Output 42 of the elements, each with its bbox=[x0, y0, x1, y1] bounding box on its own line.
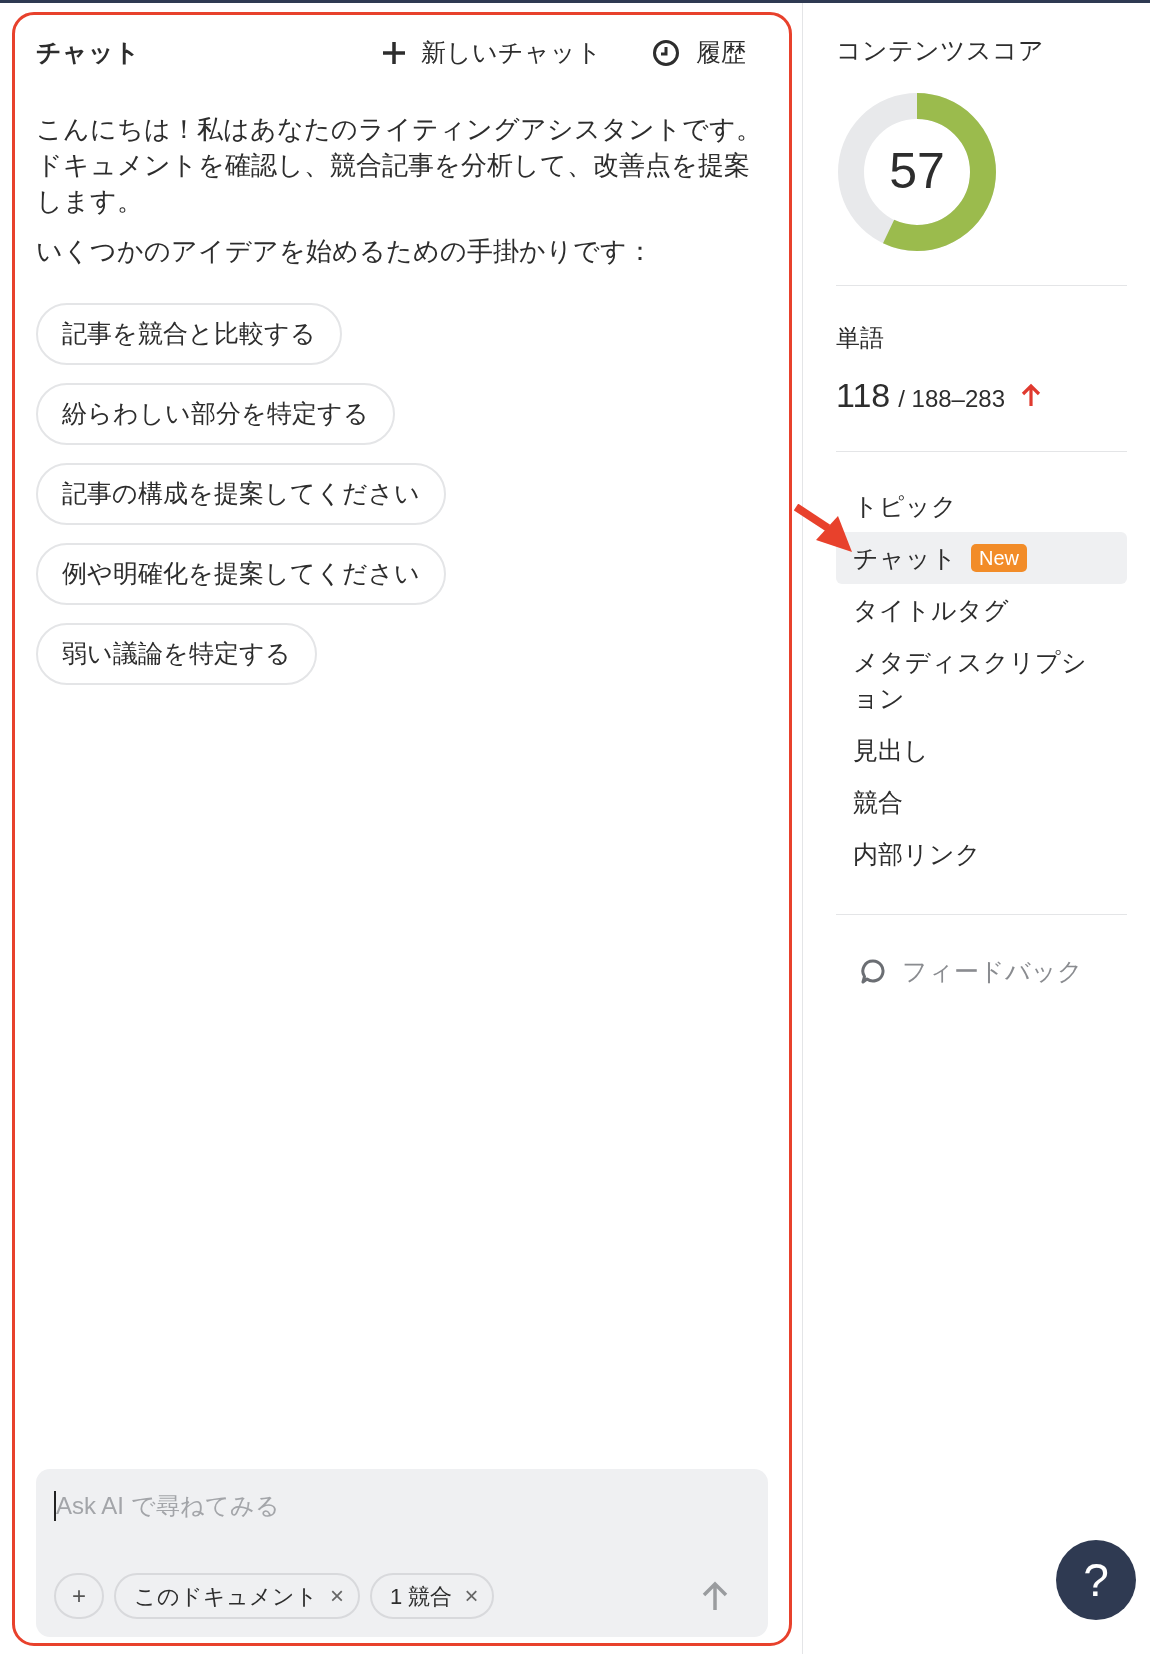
annotation-arrow bbox=[794, 504, 854, 554]
new-chat-button[interactable]: 新しいチャット bbox=[381, 34, 602, 72]
plus-icon bbox=[381, 40, 407, 66]
suggestion-chip[interactable]: 弱い議論を特定する bbox=[36, 623, 317, 685]
word-count: 118 bbox=[836, 374, 891, 416]
suggestion-chip[interactable]: 例や明確化を提案してください bbox=[36, 543, 446, 605]
clock-icon bbox=[652, 39, 680, 67]
assistant-message: いくつかのアイデアを始めるための手掛かりです： bbox=[36, 235, 654, 268]
nav-label: タイトルタグ bbox=[853, 594, 1009, 626]
new-badge: New bbox=[971, 543, 1027, 572]
nav-item[interactable]: 競合 bbox=[836, 775, 1127, 828]
history-button[interactable]: 履歴 bbox=[652, 34, 746, 72]
nav-label: 競合 bbox=[853, 786, 903, 818]
nav-item[interactable]: トピック bbox=[836, 479, 1127, 532]
assistant-message: こんにちは！私はあなたのライティングアシスタントです。ドキュメントを確認し、競合記事を分析して、改善点を提案します。 bbox=[36, 113, 763, 218]
nav-item[interactable]: 内部リンク bbox=[836, 827, 1127, 880]
text-cursor bbox=[54, 1491, 56, 1521]
suggestion-chip[interactable]: 紛らわしい部分を特定する bbox=[36, 383, 395, 445]
nav-label: チャット bbox=[853, 542, 957, 574]
chip-label: このドキュメント bbox=[134, 1582, 318, 1611]
score-value: 57 bbox=[888, 142, 946, 201]
suggestion-chip[interactable]: 記事の構成を提案してください bbox=[36, 463, 446, 525]
nav-label: トピック bbox=[853, 490, 957, 522]
suggestion-chip[interactable]: 記事を競合と比較する bbox=[36, 303, 342, 365]
nav-item[interactable]: タイトルタグ bbox=[836, 583, 1127, 636]
nav-item[interactable]: チャット New bbox=[836, 531, 1127, 584]
help-button[interactable]: ? bbox=[1056, 1540, 1136, 1620]
word-range: / 188–283 bbox=[898, 383, 1005, 414]
send-arrow-icon[interactable] bbox=[702, 1581, 728, 1611]
content-score-title: コンテンツスコア bbox=[836, 35, 1045, 66]
speech-bubble-icon bbox=[860, 958, 886, 985]
nav-item[interactable]: 見出し bbox=[836, 723, 1127, 776]
panel-title: チャット bbox=[36, 37, 140, 69]
remove-chip-button[interactable]: × bbox=[330, 1578, 344, 1614]
add-context-button[interactable]: + bbox=[54, 1573, 104, 1619]
chip-label: 1 競合 bbox=[390, 1582, 453, 1611]
nav-label: 内部リンク bbox=[853, 838, 981, 870]
remove-chip-button[interactable]: × bbox=[464, 1578, 479, 1614]
nav-item[interactable]: メタディスクリプション bbox=[836, 635, 1127, 724]
words-label: 単語 bbox=[836, 322, 885, 353]
nav-label: メタディスクリプション bbox=[853, 646, 1088, 714]
nav-label: 見出し bbox=[853, 734, 929, 766]
